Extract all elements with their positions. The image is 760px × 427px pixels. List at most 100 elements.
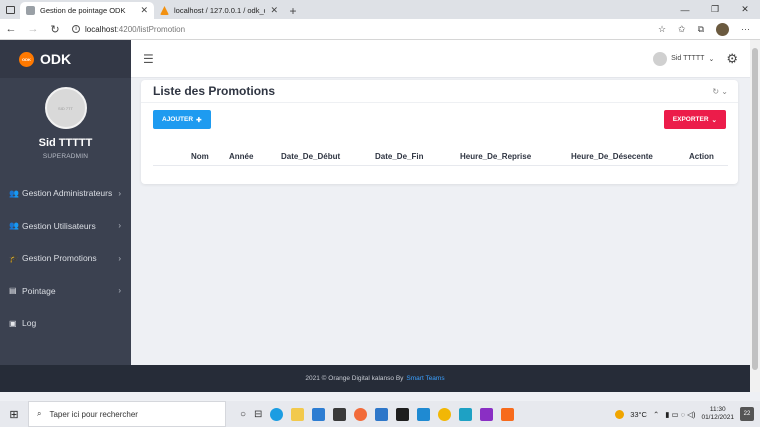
forward-arrow-icon[interactable]: → [22, 23, 44, 35]
sidebar-item-gestion-administrateurs[interactable]: 👥 Gestion Administrateurs › [0, 177, 131, 210]
more-menu-icon[interactable]: ··· [741, 24, 750, 34]
sidebar-item-label: Gestion Promotions [22, 253, 97, 264]
edge-icon[interactable] [270, 407, 284, 421]
graduation-cap-icon: 🎓 [9, 253, 19, 263]
footer-link[interactable]: Smart Teams [406, 375, 444, 382]
card-tools: ↻ ⌄ [712, 87, 728, 96]
add-promotion-button[interactable]: AJOUTER ✚ [153, 110, 211, 129]
favorites-icon[interactable]: ✩ [678, 24, 686, 35]
favorite-star-icon[interactable]: ☆ [658, 24, 666, 35]
address-bar: ← → ↻ i localhost:4200/listPromotion ☆ ✩… [0, 19, 760, 40]
weather-icon [615, 409, 625, 419]
add-button-label: AJOUTER [162, 116, 194, 123]
promotions-card: Liste des Promotions ↻ ⌄ AJOUTER ✚ EXPOR… [141, 80, 738, 184]
user-name: Sid TTTTT [38, 137, 93, 149]
chevron-right-icon: › [118, 253, 121, 263]
clock[interactable]: 11:30 01/12/2021 [701, 406, 734, 422]
promotions-table: Nom Année Date_De_Début Date_De_Fin Heur… [153, 150, 728, 166]
chrome-icon[interactable] [438, 407, 452, 421]
column-header-annee[interactable]: Année [229, 152, 253, 161]
users-icon: 👥 [9, 188, 19, 198]
notification-badge[interactable]: 22 [740, 407, 754, 421]
chevron-down-icon[interactable]: ⌄ [721, 87, 728, 96]
plus-icon: ✚ [196, 116, 202, 124]
column-header-date-debut[interactable]: Date_De_Début [281, 152, 340, 161]
footer: 2021 © Orange Digital kalanso By Smart T… [0, 365, 750, 392]
brand-name: ODK [40, 51, 72, 67]
browser-tab[interactable]: localhost / 127.0.0.1 / odk_db_p ✕ [154, 2, 284, 19]
avatar: SID 7TT [44, 87, 87, 129]
search-placeholder: Taper ici pour rechercher [49, 409, 138, 419]
gear-icon[interactable]: ⚙ [726, 51, 738, 67]
chevron-right-icon: › [118, 188, 121, 198]
profile-avatar[interactable] [716, 22, 729, 36]
taskbar-search-input[interactable]: ⌕ Taper ici pour rechercher [28, 401, 226, 427]
tray-icons[interactable]: ▮ ▭ ◌ ◁) [665, 410, 695, 419]
mail-icon[interactable] [375, 407, 389, 421]
scrollbar-thumb[interactable] [752, 48, 758, 370]
app-icon[interactable] [459, 407, 473, 421]
close-window-icon[interactable]: ✕ [730, 4, 760, 15]
hamburger-menu-icon[interactable]: ☰ [143, 52, 154, 66]
browser-toolbar: ☆ ✩ ⧉ ··· [658, 22, 760, 36]
chevron-down-icon: ⌄ [708, 55, 715, 63]
sidebar-menu: 👥 Gestion Administrateurs › 👥 Gestion Ut… [0, 177, 131, 340]
intellij-icon[interactable] [480, 407, 494, 421]
tab-title: Gestion de pointage ODK [40, 6, 126, 15]
tab-close-icon[interactable]: ✕ [270, 5, 278, 16]
widgets-icon[interactable]: ⊟ [254, 409, 262, 420]
restore-icon[interactable]: ❐ [700, 4, 730, 15]
tab-favicon-icon [160, 6, 169, 15]
user-role: SUPERADMIN [42, 153, 89, 160]
plus-icon[interactable]: + [284, 2, 302, 19]
column-header-date-fin[interactable]: Date_De_Fin [375, 152, 423, 161]
column-header-heure-desecente[interactable]: Heure_De_Désecente [571, 152, 653, 161]
url-host: localhost [85, 24, 117, 34]
tab-close-icon[interactable]: ✕ [140, 5, 148, 16]
footer-text: 2021 © Orange Digital kalanso By [305, 375, 404, 382]
back-arrow-icon[interactable]: ← [0, 23, 22, 35]
user-menu-label: Sid TTTTT [671, 55, 705, 62]
chevron-right-icon: › [118, 221, 121, 231]
user-menu[interactable]: Sid TTTTT ⌄ [653, 51, 715, 66]
info-icon[interactable]: i [72, 25, 80, 33]
window-controls: — ❐ ✕ [670, 0, 760, 19]
column-header-nom[interactable]: Nom [191, 152, 209, 161]
vscode-icon[interactable] [417, 407, 431, 421]
taskbar: ⊞ ⌕ Taper ici pour rechercher ○ ⊟ 33°C ⌃… [0, 401, 760, 427]
postman-icon[interactable] [354, 407, 368, 421]
sidebar-item-label: Gestion Administrateurs [22, 188, 113, 199]
reload-icon[interactable]: ↻ [44, 23, 66, 36]
app-icon[interactable] [333, 407, 347, 421]
xampp-icon[interactable] [501, 407, 515, 421]
sidebar-item-label: Log [22, 318, 37, 329]
minimize-icon[interactable]: — [670, 5, 700, 15]
task-view-icon[interactable]: ○ [240, 409, 246, 420]
avatar [653, 51, 668, 66]
brand[interactable]: ODK ODK [0, 40, 131, 78]
sidebar-item-gestion-utilisateurs[interactable]: 👥 Gestion Utilisateurs › [0, 210, 131, 243]
sidebar: ODK ODK SID 7TT Sid TTTTT SUPERADMIN 👥 G… [0, 40, 131, 392]
export-button-label: EXPORTER [672, 116, 709, 123]
refresh-icon[interactable]: ↻ [712, 87, 719, 96]
browser-tab-active[interactable]: Gestion de pointage ODK ✕ [20, 2, 154, 19]
chevron-right-icon: › [118, 286, 121, 296]
file-explorer-icon[interactable] [291, 407, 305, 421]
store-icon[interactable] [312, 407, 326, 421]
temperature[interactable]: 33°C [630, 410, 647, 419]
sidebar-item-pointage[interactable]: ▤ Pointage › [0, 275, 131, 308]
window-menu-icon[interactable] [0, 0, 20, 19]
sidebar-item-log[interactable]: ▣ Log [0, 307, 131, 340]
collections-icon[interactable]: ⧉ [698, 24, 704, 35]
table-header: Nom Année Date_De_Début Date_De_Fin Heur… [153, 150, 728, 166]
chevron-up-icon[interactable]: ⌃ [653, 410, 659, 419]
terminal-icon[interactable] [396, 407, 410, 421]
sidebar-item-gestion-promotions[interactable]: 🎓 Gestion Promotions › [0, 242, 131, 275]
column-header-heure-reprise[interactable]: Heure_De_Reprise [460, 152, 531, 161]
export-button[interactable]: EXPORTER ⌄ [663, 110, 726, 129]
app-root: ODK ODK SID 7TT Sid TTTTT SUPERADMIN 👥 G… [0, 40, 750, 392]
sidebar-item-label: Pointage [22, 285, 56, 296]
url-field[interactable]: i localhost:4200/listPromotion [72, 25, 658, 34]
column-header-action[interactable]: Action [689, 152, 714, 161]
windows-start-icon[interactable]: ⊞ [0, 408, 28, 421]
